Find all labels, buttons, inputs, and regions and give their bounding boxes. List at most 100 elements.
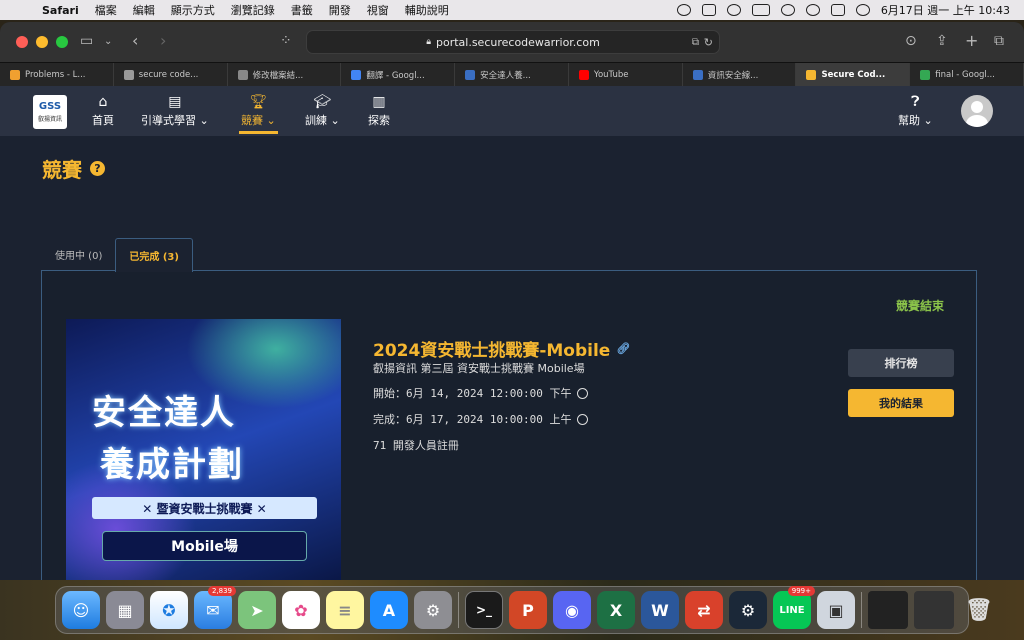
powerpoint-icon[interactable]: P [509, 591, 547, 629]
book-icon: ▥ [372, 94, 386, 110]
globe-icon[interactable] [577, 387, 589, 399]
launchpad-icon[interactable]: ▦ [106, 591, 144, 629]
menu-edit[interactable]: 編輯 [133, 2, 155, 18]
banner-line-3: ✕ 暨資安戰士挑戰賽 ✕ [92, 497, 317, 519]
tab-completed-competitions[interactable]: 已完成 (3) [115, 238, 193, 272]
sidebar-icon[interactable]: ▭ [80, 33, 93, 49]
reload-icon[interactable]: ↻ [704, 36, 713, 49]
translate-icon[interactable]: ⧉ [692, 37, 699, 48]
page-title: 競賽 ? [42, 154, 105, 183]
nav-training[interactable]: 🎓︎ 訓練 ⌄ [305, 94, 340, 128]
download-icon[interactable]: ⊙ [905, 33, 917, 49]
nav-explore[interactable]: ▥ 探索 [368, 94, 390, 128]
steam-icon[interactable]: ⚙ [729, 591, 767, 629]
preview-icon[interactable]: ▣ [817, 591, 855, 629]
menu-view[interactable]: 顯示方式 [171, 2, 215, 18]
tab-active-competitions[interactable]: 使用中 (0) [42, 238, 115, 271]
new-tab-icon[interactable]: + [965, 31, 978, 50]
close-window-button[interactable] [16, 36, 28, 48]
finder-icon[interactable]: ☺ [62, 591, 100, 629]
line-icon-label: LINE [779, 604, 805, 616]
start-time-row: 開始：6月 14, 2024 12:00:00 下午 [373, 385, 589, 401]
avatar[interactable] [961, 95, 993, 127]
menu-help[interactable]: 輔助說明 [405, 2, 449, 18]
browser-tab[interactable]: Problems - L... [0, 63, 114, 87]
browser-tab[interactable]: YouTube [569, 63, 683, 87]
browser-tab-label: Secure Cod... [821, 70, 886, 80]
nav-help[interactable]: ❓︎ 幫助 ⌄ [898, 94, 933, 128]
tabs-overview-icon[interactable]: ⧉ [994, 33, 1004, 49]
line-icon[interactable]: LINE 999+ [773, 586, 815, 629]
remote-desktop-icon[interactable]: ⇄ [685, 591, 723, 629]
browser-tab-label: 資訊安全線... [707, 71, 759, 81]
user-icon[interactable] [726, 4, 741, 16]
tab-overview-icon[interactable]: ⁘ [280, 33, 292, 49]
input-source-icon[interactable] [701, 4, 716, 16]
menu-history[interactable]: 瀏覽記錄 [231, 2, 275, 18]
siri-icon[interactable] [855, 4, 870, 16]
browser-tab[interactable]: final - Googl... [910, 63, 1024, 87]
trash-icon[interactable]: 🗑︎ [960, 591, 998, 629]
leaderboard-button[interactable]: 排行榜 [848, 349, 954, 377]
control-center-icon[interactable] [830, 4, 845, 16]
browser-tab[interactable]: Secure Cod... [796, 63, 911, 87]
mail-icon[interactable]: ✉ 2,839 [194, 586, 236, 629]
menu-bookmarks[interactable]: 書籤 [291, 2, 313, 18]
nav-guided-learning[interactable]: ▤ 引導式學習 ⌄ [141, 94, 209, 128]
minimize-window-button[interactable] [36, 36, 48, 48]
share-icon[interactable]: ⇪ [936, 33, 948, 49]
minimized-window-1[interactable] [868, 591, 908, 629]
play-icon[interactable] [676, 4, 691, 16]
favicon-icon [123, 70, 134, 80]
nav-competitions-label: 競賽 ⌄ [241, 114, 276, 127]
battery-icon[interactable] [751, 4, 770, 16]
app-store-icon[interactable]: A [370, 591, 408, 629]
terminal-icon[interactable]: >_ [465, 591, 503, 629]
link-icon[interactable] [780, 4, 795, 16]
menu-window[interactable]: 視窗 [367, 2, 389, 18]
clock[interactable]: 6月17日 週一 上午 10:43 [881, 2, 1010, 18]
globe-icon[interactable] [577, 413, 589, 425]
favicon-icon [351, 70, 362, 80]
safari-icon[interactable]: ✪ [150, 591, 188, 629]
favicon-icon [920, 70, 931, 80]
minimized-window-2[interactable] [914, 591, 954, 629]
nav-explore-label: 探索 [368, 114, 390, 127]
my-results-button[interactable]: 我的結果 [848, 389, 954, 417]
discord-icon[interactable]: ◉ [553, 591, 591, 629]
question-icon[interactable]: ? [90, 161, 105, 176]
competition-title-text[interactable]: 2024資安戰士挑戰賽-Mobile [373, 336, 610, 361]
menu-app-name[interactable]: Safari [42, 4, 79, 17]
mail-badge: 2,839 [207, 586, 236, 596]
photos-icon[interactable]: ✿ [282, 591, 320, 629]
nav-competitions[interactable]: 🏆︎ 競賽 ⌄ [239, 94, 278, 134]
banner-line-1: 安全達人 [92, 393, 236, 433]
system-settings-icon[interactable]: ⚙ [414, 591, 452, 629]
browser-tab[interactable]: 翻譯 - Googl... [341, 63, 456, 87]
banner-line-4: Mobile場 [102, 531, 307, 561]
forward-icon[interactable]: › [160, 31, 166, 50]
notes-icon[interactable]: ≡ [326, 591, 364, 629]
back-icon[interactable]: ‹ [132, 31, 138, 50]
logo-subtext: 叡揚資訊 [37, 115, 62, 123]
menu-develop[interactable]: 開發 [329, 2, 351, 18]
link-icon[interactable]: 🔗︎ [616, 342, 630, 355]
competition-title[interactable]: 2024資安戰士挑戰賽-Mobile 🔗︎ [373, 336, 630, 361]
search-icon[interactable] [805, 4, 820, 16]
company-logo[interactable]: GSS 叡揚資訊 [33, 95, 67, 129]
browser-tab[interactable]: 安全達人養... [455, 63, 569, 87]
chevron-down-icon[interactable]: ⌄ [104, 36, 112, 47]
excel-icon[interactable]: X [597, 591, 635, 629]
zoom-window-button[interactable] [56, 36, 68, 48]
word-icon[interactable]: W [641, 591, 679, 629]
browser-tab[interactable]: secure code... [114, 63, 228, 87]
browser-tab[interactable]: 資訊安全線... [683, 63, 797, 87]
maps-icon[interactable]: ➤ [238, 591, 276, 629]
nav-guided-label: 引導式學習 ⌄ [141, 114, 209, 127]
address-bar[interactable]: 🔒︎ portal.securecodewarrior.com ⧉ ↻ [306, 30, 720, 54]
menu-file[interactable]: 檔案 [95, 2, 117, 18]
line-badge: 999+ [787, 586, 815, 596]
nav-home[interactable]: ⌂ 首頁 [92, 94, 114, 128]
browser-tab[interactable]: 修改檔案結... [228, 63, 342, 87]
menu-bar: Safari 檔案 編輯 顯示方式 瀏覽記錄 書籤 開發 視窗 輔助說明 6月1… [0, 0, 1024, 20]
